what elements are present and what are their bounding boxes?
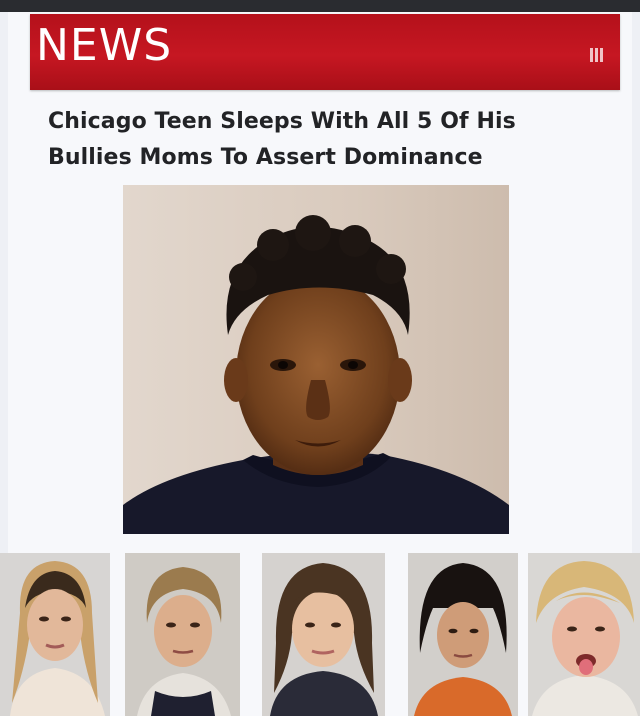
mugshot-5[interactable] (528, 553, 640, 716)
headline-line-1: Chicago Teen Sleeps With All 5 Of His (48, 109, 516, 134)
news-header: NEWS (30, 14, 620, 90)
news-logo: NEWS (36, 20, 173, 71)
main-photo[interactable] (123, 185, 509, 534)
mugshot-4-icon (408, 553, 518, 716)
menu-icon[interactable] (590, 48, 604, 62)
mugshot-5-icon (528, 553, 640, 716)
mugshot-2[interactable] (125, 553, 240, 716)
mugshot-3-icon (262, 553, 385, 716)
mugshot-3[interactable] (262, 553, 385, 716)
mugshot-1-icon (0, 553, 110, 716)
headline-line-2: Bullies Moms To Assert Dominance (48, 145, 483, 170)
top-strip (0, 0, 640, 12)
mugshot-row (0, 553, 640, 716)
mugshot-1[interactable] (0, 553, 110, 716)
mugshot-2-icon (125, 553, 240, 716)
teen-portrait-icon (123, 185, 509, 534)
article-headline[interactable]: Chicago Teen Sleeps With All 5 Of His Bu… (48, 104, 618, 176)
mugshot-4[interactable] (408, 553, 518, 716)
